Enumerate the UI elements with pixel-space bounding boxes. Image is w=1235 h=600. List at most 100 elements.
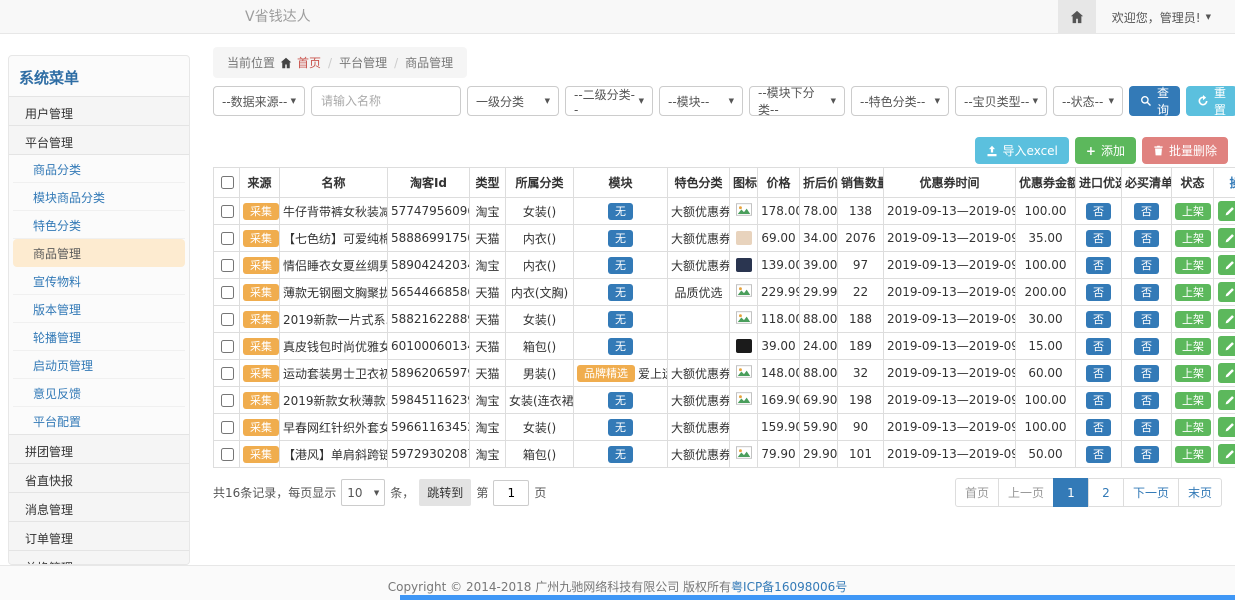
must-buy-badge[interactable]: 否 [1134, 392, 1159, 409]
row-checkbox[interactable] [221, 313, 234, 326]
status-badge[interactable]: 上架 [1175, 203, 1211, 220]
category-cell: 女装(连衣裙) [506, 387, 574, 414]
status-badge[interactable]: 上架 [1175, 257, 1211, 274]
import-select-badge[interactable]: 否 [1086, 203, 1111, 220]
sidebar-item-拼团管理[interactable]: 拼团管理 [9, 434, 189, 464]
import-select-badge[interactable]: 否 [1086, 257, 1111, 274]
icp-link[interactable]: 粤ICP备16098006号 [731, 580, 847, 594]
row-checkbox[interactable] [221, 367, 234, 380]
import-excel-button[interactable]: 导入excel [975, 137, 1069, 164]
home-button[interactable] [1058, 0, 1096, 34]
per-page-select[interactable]: 10 ▼ [341, 479, 385, 506]
edit-button[interactable] [1218, 228, 1235, 248]
filter-select-item-type[interactable]: --宝贝类型--▼ [955, 86, 1047, 116]
must-buy-badge[interactable]: 否 [1134, 338, 1159, 355]
status-badge[interactable]: 上架 [1175, 365, 1211, 382]
pager-button-末页[interactable]: 末页 [1178, 478, 1222, 507]
filter-select-level2-category[interactable]: --二级分类--▼ [565, 86, 653, 116]
status-badge[interactable]: 上架 [1175, 311, 1211, 328]
edit-button[interactable] [1218, 363, 1235, 383]
row-checkbox[interactable] [221, 286, 234, 299]
bottom-scrollbar[interactable] [400, 595, 1235, 600]
import-select-badge[interactable]: 否 [1086, 365, 1111, 382]
import-select-badge[interactable]: 否 [1086, 230, 1111, 247]
sidebar-item-特色分类[interactable]: 特色分类 [13, 211, 185, 239]
edit-button[interactable] [1218, 444, 1235, 464]
status-badge[interactable]: 上架 [1175, 284, 1211, 301]
operations-cell [1214, 279, 1235, 306]
sidebar-item-平台管理[interactable]: 平台管理 [9, 125, 189, 155]
batch-delete-button[interactable]: 批量删除 [1142, 137, 1228, 164]
sidebar-item-启动页管理[interactable]: 启动页管理 [13, 351, 185, 379]
sidebar-item-兑换管理[interactable]: 兑换管理 [9, 550, 189, 565]
filter-select-level1-category[interactable]: 一级分类▼ [467, 86, 559, 116]
import-select-badge[interactable]: 否 [1086, 311, 1111, 328]
edit-button[interactable] [1218, 255, 1235, 275]
sidebar-item-模块商品分类[interactable]: 模块商品分类 [13, 183, 185, 211]
must-buy-badge[interactable]: 否 [1134, 311, 1159, 328]
filter-select-module[interactable]: --模块--▼ [659, 86, 743, 116]
must-buy-badge[interactable]: 否 [1134, 419, 1159, 436]
select-all-checkbox[interactable] [221, 176, 234, 189]
must-buy-badge[interactable]: 否 [1134, 365, 1159, 382]
coupon-time-cell: 2019-09-13—2019-09-17 [884, 387, 1016, 414]
row-checkbox[interactable] [221, 340, 234, 353]
pager-button-下一页[interactable]: 下一页 [1123, 478, 1179, 507]
edit-button[interactable] [1218, 390, 1235, 410]
status-badge[interactable]: 上架 [1175, 338, 1211, 355]
filter-select-module-sub-category[interactable]: --模块下分类--▼ [749, 86, 845, 116]
sidebar-item-用户管理[interactable]: 用户管理 [9, 96, 189, 126]
edit-button[interactable] [1218, 336, 1235, 356]
must-buy-badge[interactable]: 否 [1134, 257, 1159, 274]
edit-button[interactable] [1218, 282, 1235, 302]
must-buy-badge[interactable]: 否 [1134, 446, 1159, 463]
search-button[interactable]: 查询 [1129, 86, 1180, 116]
page-number-input[interactable] [493, 480, 529, 506]
status-badge[interactable]: 上架 [1175, 446, 1211, 463]
sidebar-item-意见反馈[interactable]: 意见反馈 [13, 379, 185, 407]
import-select-badge[interactable]: 否 [1086, 446, 1111, 463]
sidebar-item-商品分类[interactable]: 商品分类 [13, 155, 185, 183]
filter-input-name-search[interactable] [311, 86, 461, 116]
import-select-badge[interactable]: 否 [1086, 419, 1111, 436]
status-badge[interactable]: 上架 [1175, 392, 1211, 409]
edit-button[interactable] [1218, 417, 1235, 437]
sidebar-item-宣传物料[interactable]: 宣传物料 [13, 267, 185, 295]
pager-button-2[interactable]: 2 [1088, 478, 1124, 507]
add-button[interactable]: + 添加 [1075, 137, 1136, 164]
must-buy-badge[interactable]: 否 [1134, 284, 1159, 301]
sidebar-item-平台配置[interactable]: 平台配置 [13, 407, 185, 435]
edit-button[interactable] [1218, 201, 1235, 221]
import-select-badge[interactable]: 否 [1086, 284, 1111, 301]
status-badge[interactable]: 上架 [1175, 419, 1211, 436]
jump-button[interactable]: 跳转到 [419, 479, 471, 506]
reset-button[interactable]: 重置 [1186, 86, 1235, 116]
filter-select-status[interactable]: --状态--▼ [1053, 86, 1123, 116]
sidebar-item-商品管理[interactable]: 商品管理 [13, 239, 185, 267]
sidebar-item-版本管理[interactable]: 版本管理 [13, 295, 185, 323]
filter-select-feature-category[interactable]: --特色分类--▼ [851, 86, 949, 116]
breadcrumb-separator: / [392, 56, 400, 70]
edit-button[interactable] [1218, 309, 1235, 329]
row-checkbox[interactable] [221, 205, 234, 218]
sidebar-item-轮播管理[interactable]: 轮播管理 [13, 323, 185, 351]
row-checkbox[interactable] [221, 232, 234, 245]
row-checkbox[interactable] [221, 259, 234, 272]
row-checkbox[interactable] [221, 421, 234, 434]
import-select-badge[interactable]: 否 [1086, 392, 1111, 409]
type-cell: 天猫 [470, 306, 506, 333]
user-menu[interactable]: 欢迎您，管理员! ▼ [1112, 9, 1211, 26]
sidebar-item-省直快报[interactable]: 省直快报 [9, 463, 189, 493]
import-select-badge[interactable]: 否 [1086, 338, 1111, 355]
row-checkbox[interactable] [221, 394, 234, 407]
filter-select-data-source[interactable]: --数据来源--▼ [213, 86, 305, 116]
sidebar-item-订单管理[interactable]: 订单管理 [9, 521, 189, 551]
sidebar-item-消息管理[interactable]: 消息管理 [9, 492, 189, 522]
row-checkbox[interactable] [221, 448, 234, 461]
must-buy-badge[interactable]: 否 [1134, 230, 1159, 247]
must-buy-badge[interactable]: 否 [1134, 203, 1159, 220]
filter-select-label: --数据来源-- [222, 93, 287, 110]
status-badge[interactable]: 上架 [1175, 230, 1211, 247]
pager-button-1[interactable]: 1 [1053, 478, 1089, 507]
breadcrumb-home-link[interactable]: 首页 [297, 54, 321, 71]
